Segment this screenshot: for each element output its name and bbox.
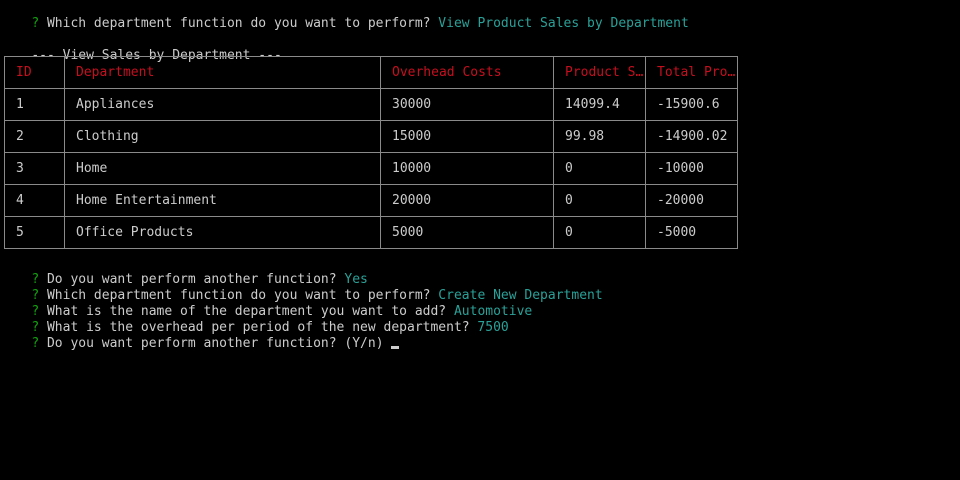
- prompt-question: Do you want perform another function?: [39, 336, 337, 351]
- cell-id: 1: [4, 88, 65, 121]
- header-product-sales: Product S…: [553, 56, 646, 89]
- cell-total-profit: -20000: [645, 184, 738, 217]
- cell-department: Clothing: [64, 120, 381, 153]
- table-row: 1 Appliances 30000 14099.4 -15900.6: [4, 88, 738, 121]
- cell-overhead: 30000: [380, 88, 554, 121]
- table-row: 4 Home Entertainment 20000 0 -20000: [4, 184, 738, 217]
- cell-department: Appliances: [64, 88, 381, 121]
- cell-total-profit: -5000: [645, 216, 738, 249]
- prompt-line-4: ? What is the name of the department you…: [0, 288, 532, 319]
- prompt-marker: ?: [31, 16, 40, 31]
- prompt-question: Which department function do you want to…: [39, 16, 431, 31]
- cell-product-sales: 0: [553, 184, 646, 217]
- header-total-profit: Total Pro…: [645, 56, 738, 89]
- section-header: --- View Sales by Department ---: [0, 32, 281, 63]
- prompt-line-1: ? Which department function do you want …: [0, 0, 688, 31]
- cell-id: 2: [4, 120, 65, 153]
- prompt-line-3: ? Which department function do you want …: [0, 272, 602, 303]
- table-header-row: ID Department Overhead Costs Product S… …: [4, 56, 738, 89]
- cell-total-profit: -10000: [645, 152, 738, 185]
- table-row: 5 Office Products 5000 0 -5000: [4, 216, 738, 249]
- table-row: 2 Clothing 15000 99.98 -14900.02: [4, 120, 738, 153]
- cell-product-sales: 14099.4: [553, 88, 646, 121]
- cell-overhead: 15000: [380, 120, 554, 153]
- terminal-window[interactable]: ? Which department function do you want …: [0, 0, 960, 480]
- header-department: Department: [64, 56, 381, 89]
- cell-total-profit: -15900.6: [645, 88, 738, 121]
- prompt-marker: ?: [31, 336, 40, 351]
- cell-product-sales: 99.98: [553, 120, 646, 153]
- prompt-answer: 7500: [469, 320, 509, 335]
- cell-overhead: 5000: [380, 216, 554, 249]
- prompt-line-2: ? Do you want perform another function? …: [0, 256, 368, 287]
- cell-overhead: 20000: [380, 184, 554, 217]
- prompt-line-5: ? What is the overhead per period of the…: [0, 304, 508, 335]
- cell-department: Home Entertainment: [64, 184, 381, 217]
- prompt-line-6[interactable]: ? Do you want perform another function? …: [0, 320, 400, 351]
- cell-department: Home: [64, 152, 381, 185]
- cell-id: 5: [4, 216, 65, 249]
- header-overhead-costs: Overhead Costs: [380, 56, 554, 89]
- table-row: 3 Home 10000 0 -10000: [4, 152, 738, 185]
- cell-product-sales: 0: [553, 216, 646, 249]
- sales-table: ID Department Overhead Costs Product S… …: [4, 56, 738, 249]
- cell-product-sales: 0: [553, 152, 646, 185]
- prompt-answer: View Product Sales by Department: [430, 16, 689, 31]
- prompt-default-hint: (Y/n): [336, 336, 392, 351]
- cell-total-profit: -14900.02: [645, 120, 738, 153]
- cell-department: Office Products: [64, 216, 381, 249]
- header-id: ID: [4, 56, 65, 89]
- cell-id: 3: [4, 152, 65, 185]
- cell-id: 4: [4, 184, 65, 217]
- cell-overhead: 10000: [380, 152, 554, 185]
- text-cursor[interactable]: [391, 346, 400, 349]
